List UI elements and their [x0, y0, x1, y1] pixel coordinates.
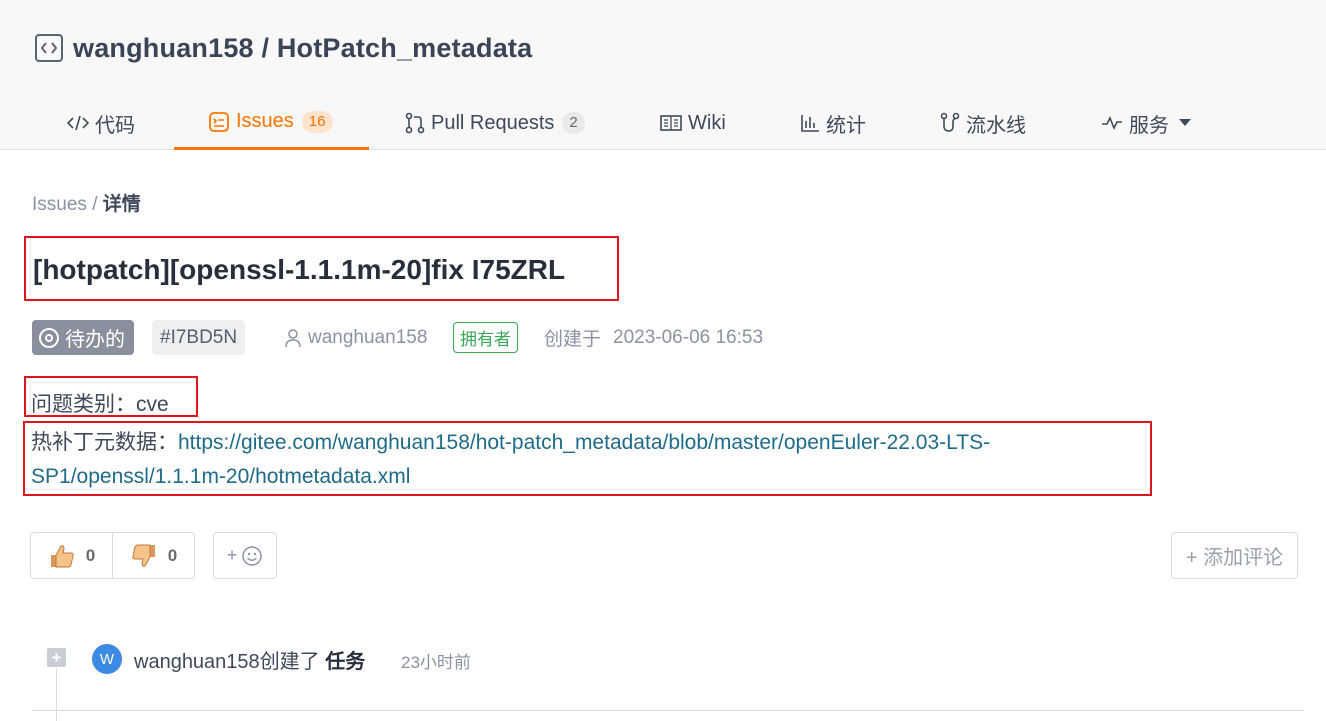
- tab-code[interactable]: 代码: [67, 96, 135, 150]
- repo-title: wanghuan158 / HotPatch_metadata: [35, 30, 532, 66]
- tab-label: Wiki: [688, 111, 726, 134]
- repo-header: wanghuan158 / HotPatch_metadata 代码 Issue…: [0, 0, 1326, 150]
- pipeline-icon: [940, 112, 960, 134]
- issue-id-badge[interactable]: #I7BD5N: [152, 320, 246, 355]
- issue-metadata-cont: SP1/openssl/1.1.1m-20/hotmetadata.xml: [31, 465, 410, 489]
- code-square-icon: [35, 34, 63, 62]
- category-label: 问题类别：: [31, 393, 136, 416]
- issue-state-badge[interactable]: 待办的: [32, 320, 134, 355]
- metadata-link-continued[interactable]: SP1/openssl/1.1.1m-20/hotmetadata.xml: [31, 465, 410, 488]
- tab-pipeline[interactable]: 流水线: [940, 96, 1026, 150]
- timeline-user-link[interactable]: wanghuan158: [134, 651, 260, 673]
- pulse-icon: [1101, 115, 1123, 131]
- book-icon: [660, 114, 682, 132]
- smiley-icon: [241, 545, 263, 567]
- thumbs-up-icon: [48, 542, 76, 570]
- issue-state-label: 待办的: [65, 329, 125, 351]
- issues-icon: [208, 111, 230, 133]
- created-info: 创建于 2023-06-06 16:53: [544, 320, 763, 355]
- tab-label: Issues: [236, 110, 294, 132]
- owner-badge: 拥有者: [453, 322, 518, 353]
- bar-chart-icon: [800, 113, 820, 133]
- issue-category: 问题类别：cve: [31, 388, 169, 418]
- tab-services-dropdown[interactable]: 服务: [1101, 96, 1197, 150]
- tab-wiki[interactable]: Wiki: [660, 96, 726, 150]
- tab-issues[interactable]: Issues 16: [174, 96, 369, 150]
- thumbs-up-count: 0: [85, 545, 96, 565]
- issues-count-badge: 16: [301, 110, 333, 133]
- issue-metadata: 热补丁元数据：https://gitee.com/wanghuan158/hot…: [31, 426, 990, 456]
- timeline-event-text: wanghuan158创建了 任务: [134, 645, 365, 674]
- pull-requests-count-badge: 2: [562, 112, 585, 134]
- tab-label: 流水线: [966, 114, 1026, 137]
- reaction-group: 0 0: [30, 532, 195, 579]
- add-reaction-button[interactable]: +: [213, 532, 277, 579]
- issue-author[interactable]: wanghuan158: [284, 320, 427, 355]
- thumbs-down-button[interactable]: 0: [112, 533, 194, 578]
- caret-down-icon: [1179, 119, 1191, 127]
- activity-timeline: + W wanghuan158创建了 任务 23小时前: [0, 630, 1326, 721]
- thumbs-down-count: 0: [167, 545, 178, 565]
- tab-label: 服务: [1129, 114, 1169, 137]
- thumbs-up-button[interactable]: 0: [31, 533, 112, 578]
- plus-square-icon: +: [47, 648, 66, 667]
- thumbs-down-icon: [130, 542, 158, 570]
- metadata-label: 热补丁元数据：: [31, 431, 178, 454]
- timeline-action: 创建了: [259, 651, 320, 673]
- repo-tabs: 代码 Issues 16 Pull Requests 2 Wiki 统计 流水线…: [0, 96, 1326, 150]
- target-icon: [39, 327, 59, 348]
- tab-stats[interactable]: 统计: [800, 96, 866, 150]
- breadcrumb-current: 详情: [102, 194, 141, 215]
- breadcrumb-issues-link[interactable]: Issues: [32, 194, 87, 215]
- tab-label: Pull Requests: [431, 111, 555, 134]
- issue-meta: 待办的 #I7BD5N wanghuan158 拥有者 创建于 2023-06-…: [32, 320, 812, 356]
- tab-label: 统计: [826, 114, 866, 137]
- breadcrumb-separator: /: [92, 194, 98, 215]
- timeline-object: 任务: [325, 651, 366, 673]
- issue-title: [hotpatch][openssl-1.1.1m-20]fix I75ZRL: [33, 254, 566, 285]
- user-icon: [284, 328, 302, 348]
- repo-name-link[interactable]: wanghuan158 / HotPatch_metadata: [73, 33, 532, 64]
- divider: [32, 710, 1304, 711]
- timeline-time: 23小时前: [401, 653, 471, 672]
- category-value: cve: [136, 393, 169, 416]
- created-date: 2023-06-06 16:53: [613, 326, 764, 348]
- author-name: wanghuan158: [308, 326, 428, 348]
- tab-pull-requests[interactable]: Pull Requests 2: [405, 96, 585, 150]
- code-icon: [67, 114, 89, 132]
- pull-request-icon: [405, 112, 425, 134]
- tab-label: 代码: [95, 114, 135, 137]
- metadata-link[interactable]: https://gitee.com/wanghuan158/hot-patch_…: [178, 431, 990, 454]
- plus-text: +: [226, 545, 238, 565]
- timeline-connector: [56, 668, 57, 721]
- add-comment-button[interactable]: + 添加评论: [1171, 532, 1298, 579]
- breadcrumb: Issues / 详情: [32, 189, 141, 216]
- created-label: 创建于: [544, 329, 602, 350]
- avatar[interactable]: W: [92, 644, 122, 674]
